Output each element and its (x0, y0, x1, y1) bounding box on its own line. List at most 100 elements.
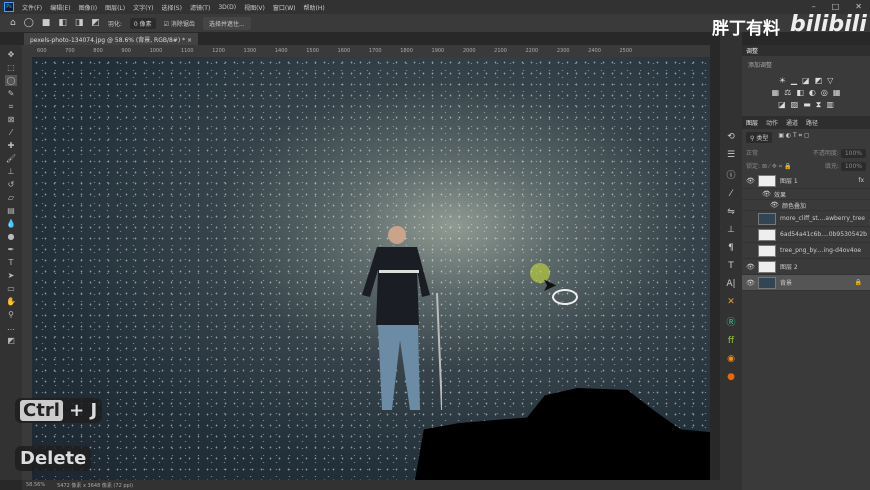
hue-icon[interactable]: ▦ (772, 88, 780, 97)
select-and-mask-button[interactable]: 选择并遮住... (202, 16, 251, 30)
menu-edit[interactable]: 编辑(E) (50, 3, 70, 12)
layer-effect-item[interactable]: 👁 颜色叠加 (742, 200, 870, 211)
move-tool-icon[interactable]: ✥ (5, 49, 17, 60)
tab-actions[interactable]: 动作 (766, 118, 778, 127)
feather-input[interactable]: 0 像素 (129, 17, 156, 29)
opacity-input[interactable]: 100% (840, 149, 866, 158)
intersect-selection-icon[interactable]: ◩ (91, 18, 100, 28)
levels-icon[interactable]: ▁ (791, 76, 797, 85)
lookup-icon[interactable]: ▦ (833, 88, 841, 97)
properties-panel-icon[interactable]: ☰ (727, 150, 735, 160)
brightness-icon[interactable]: ☀ (779, 76, 786, 85)
visibility-eye-icon[interactable]: 👁 (746, 177, 755, 185)
dodge-tool-icon[interactable]: ● (5, 231, 17, 242)
layer-filter-select[interactable]: ⚲ 类型 (746, 132, 773, 143)
menu-type[interactable]: 文字(Y) (133, 3, 153, 12)
lasso-tool-icon[interactable]: ◯ (24, 18, 34, 28)
curves-icon[interactable]: ◪ (802, 76, 810, 85)
balance-icon[interactable]: ⚖ (784, 88, 791, 97)
eyedropper-tool-icon[interactable]: ⁄ (5, 127, 17, 138)
menu-file[interactable]: 文件(F) (22, 3, 42, 12)
layer-row[interactable]: tree_png_by....ing-d4ov4oe (742, 243, 870, 259)
info-panel-icon[interactable]: ⓘ (726, 168, 735, 181)
vibrance-icon[interactable]: ▽ (827, 76, 833, 85)
brush-tool-icon[interactable]: 🖌 (5, 153, 17, 164)
layer-row[interactable]: 👁 背景 🔒 (742, 275, 870, 291)
layer-row[interactable]: more_cliff_st....awberry_tree (742, 211, 870, 227)
posterize-icon[interactable]: ▨ (791, 100, 799, 110)
fx-badge[interactable]: fx (858, 177, 864, 184)
image-canvas[interactable]: ➤ (32, 57, 710, 480)
menu-help[interactable]: 帮助(H) (304, 3, 325, 12)
stamp-tool-icon[interactable]: ⊥ (5, 166, 17, 177)
menu-3d[interactable]: 3D(D) (218, 4, 236, 11)
close-tab-icon[interactable]: × (187, 37, 192, 44)
selective-color-icon[interactable]: ⧗ (816, 100, 822, 110)
path-select-icon[interactable]: ➤ (5, 270, 17, 281)
mixer-icon[interactable]: ◎ (821, 88, 828, 97)
quick-select-tool-icon[interactable]: ✎ (5, 88, 17, 99)
menu-layer[interactable]: 图层(L) (105, 3, 125, 12)
threshold-icon[interactable]: ▬ (803, 100, 811, 110)
zoom-tool-icon[interactable]: ⚲ (5, 309, 17, 320)
crop-tool-icon[interactable]: ⌗ (5, 101, 17, 112)
tab-channels[interactable]: 通道 (786, 118, 798, 127)
clone-source-icon[interactable]: ⊥ (727, 225, 735, 235)
history-brush-icon[interactable]: ↺ (5, 179, 17, 190)
minimize-icon[interactable]: – (812, 2, 816, 11)
healing-tool-icon[interactable]: ✚ (5, 140, 17, 151)
eraser-tool-icon[interactable]: ▱ (5, 192, 17, 203)
history-panel-icon[interactable]: ⟲ (727, 132, 735, 142)
visibility-eye-icon[interactable]: 👁 (746, 279, 755, 287)
brush-panel-icon[interactable]: ⁄ (730, 189, 732, 199)
marquee-tool-icon[interactable]: ⬚ (5, 62, 17, 73)
antialias-checkbox[interactable]: ☑ 消除锯齿 (164, 19, 195, 28)
tab-adjustments[interactable]: 调整 (746, 46, 758, 55)
layer-effect-item[interactable]: 👁 效果 (742, 189, 870, 200)
bw-icon[interactable]: ◧ (796, 88, 804, 97)
layer-row[interactable]: 👁 图层 2 (742, 259, 870, 275)
tab-paths[interactable]: 路径 (806, 118, 818, 127)
paragraph-panel-icon[interactable]: ¶ (728, 243, 734, 253)
tool-presets-icon[interactable]: T (728, 261, 734, 271)
hand-tool-icon[interactable]: ✋ (5, 296, 17, 307)
frame-tool-icon[interactable]: ⊠ (5, 114, 17, 125)
filter-icons[interactable]: ▣ ◐ T ⌗ ▢ (778, 132, 809, 143)
exposure-icon[interactable]: ◩ (815, 76, 823, 85)
menu-filter[interactable]: 滤镜(T) (190, 3, 210, 12)
zoom-level[interactable]: 58.56% (26, 482, 45, 488)
subtract-selection-icon[interactable]: ◨ (75, 18, 84, 28)
blend-mode-select[interactable]: 正常 (746, 148, 758, 157)
plugin-x-icon[interactable]: ✕ (727, 297, 735, 307)
close-icon[interactable]: ✕ (855, 2, 862, 11)
menu-image[interactable]: 图像(I) (79, 3, 97, 12)
visibility-eye-icon[interactable]: 👁 (746, 263, 755, 271)
visibility-eye-icon[interactable]: 👁 (762, 190, 771, 198)
tab-layers[interactable]: 图层 (746, 118, 758, 127)
fill-input[interactable]: 100% (840, 162, 866, 171)
document-tab[interactable]: pexels-photo-134074.jpg @ 58.6% (背景, RGB… (24, 33, 199, 45)
color-swatches-icon[interactable]: ◩ (5, 335, 17, 346)
color-wheel-icon[interactable]: ◉ (727, 354, 735, 364)
menu-select[interactable]: 选择(S) (161, 3, 182, 12)
gradient-tool-icon[interactable]: ▤ (5, 205, 17, 216)
plugin-ff-icon[interactable]: ff (728, 336, 734, 346)
menu-window[interactable]: 窗口(W) (273, 3, 296, 12)
adjust-panel-icon[interactable]: ⇋ (727, 207, 735, 217)
layer-row[interactable]: 👁 图层 1 fx (742, 173, 870, 189)
plugin-ra-icon[interactable]: Ⓡ (726, 315, 735, 328)
gradient-map-icon[interactable]: ▥ (826, 100, 834, 110)
blur-tool-icon[interactable]: 💧 (5, 218, 17, 229)
visibility-eye-icon[interactable]: 👁 (770, 201, 779, 209)
character-panel-icon[interactable]: A| (726, 279, 735, 289)
menu-view[interactable]: 视图(V) (244, 3, 265, 12)
plugin-orange-icon[interactable]: ● (727, 372, 735, 382)
shape-tool-icon[interactable]: ▭ (5, 283, 17, 294)
home-icon[interactable]: ⌂ (10, 18, 16, 28)
add-selection-icon[interactable]: ◧ (58, 18, 67, 28)
new-selection-icon[interactable]: ■ (42, 18, 51, 28)
layer-row[interactable]: 6ad54a41c6b....0b9530542b (742, 227, 870, 243)
lasso-tool-icon[interactable]: ◯ (5, 75, 17, 86)
more-tools-icon[interactable]: … (5, 322, 17, 333)
invert-icon[interactable]: ◪ (778, 100, 786, 110)
